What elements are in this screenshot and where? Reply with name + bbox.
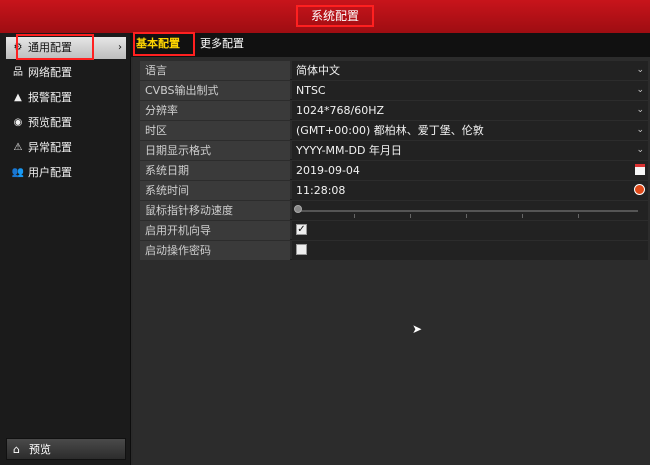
sidebar-item-user[interactable]: 👥 用户配置	[6, 162, 126, 184]
preview-button[interactable]: ⌂ 预览	[6, 438, 126, 460]
chevron-right-icon: ›	[118, 42, 122, 53]
cvbs-select[interactable]: NTSC ⌄	[292, 81, 648, 100]
system-time-field[interactable]: 11:28:08	[292, 181, 648, 200]
preview-button-label: 预览	[29, 443, 51, 456]
chevron-down-icon: ⌄	[636, 105, 644, 115]
setting-label: 启用开机向导	[140, 221, 290, 240]
setting-row-operation-password: 启动操作密码	[140, 241, 648, 260]
slider-tick	[354, 214, 355, 218]
timezone-select[interactable]: (GMT+00:00) 都柏林、爱丁堡、伦敦 ⌄	[292, 121, 648, 140]
tab-label: 更多配置	[200, 37, 244, 50]
alarm-icon: ▲	[14, 92, 22, 103]
date-format-select[interactable]: YYYY-MM-DD 年月日 ⌄	[292, 141, 648, 160]
mouse-cursor-icon: ➤	[412, 322, 423, 336]
sidebar-item-general[interactable]: ⚙ 通用配置 ›	[6, 34, 126, 60]
setting-label: CVBS输出制式	[140, 81, 290, 100]
setting-label: 鼠标指针移动速度	[140, 201, 290, 220]
startup-wizard-checkbox[interactable]: ✓	[296, 224, 307, 235]
language-select[interactable]: 简体中文 ⌄	[292, 61, 648, 80]
select-value: (GMT+00:00) 都柏林、爱丁堡、伦敦	[296, 124, 484, 137]
setting-row-resolution: 分辨率 1024*768/60HZ ⌄	[140, 101, 648, 120]
home-icon: ⌂	[13, 443, 20, 456]
setting-row-timezone: 时区 (GMT+00:00) 都柏林、爱丁堡、伦敦 ⌄	[140, 121, 648, 140]
setting-label: 系统日期	[140, 161, 290, 180]
slider-track[interactable]	[298, 210, 638, 212]
sidebar-item-exception[interactable]: ⚠ 异常配置	[6, 137, 126, 159]
chevron-down-icon: ⌄	[636, 125, 644, 135]
warning-icon: ⚠	[13, 142, 23, 153]
sidebar-item-label: 报警配置	[28, 91, 72, 104]
setting-row-system-date: 系统日期 2019-09-04	[140, 161, 648, 180]
sidebar-item-label: 异常配置	[28, 141, 72, 154]
sidebar-item-label: 预览配置	[28, 116, 72, 129]
slider-tick	[466, 214, 467, 218]
title-bar: 系统配置	[0, 0, 650, 34]
operation-password-checkbox[interactable]	[296, 244, 307, 255]
setting-row-date-format: 日期显示格式 YYYY-MM-DD 年月日 ⌄	[140, 141, 648, 160]
slider-tick	[410, 214, 411, 218]
operation-password-cell	[292, 241, 648, 260]
tab-bar: 基本配置 更多配置	[130, 32, 650, 57]
tab-basic-config[interactable]: 基本配置	[133, 32, 195, 57]
eye-icon: ◉	[13, 117, 23, 128]
system-date-field[interactable]: 2019-09-04	[292, 161, 648, 180]
highlight-box	[16, 34, 94, 60]
chevron-down-icon: ⌄	[636, 65, 644, 75]
sidebar: ⚙ 通用配置 › 品 网络配置 ▲ 报警配置 ◉ 预览配置 ⚠ 异常配置 👥 用…	[0, 33, 131, 465]
startup-wizard-cell: ✓	[292, 221, 648, 240]
sidebar-item-label: 用户配置	[28, 166, 72, 179]
select-value: 1024*768/60HZ	[296, 104, 384, 117]
setting-row-system-time: 系统时间 11:28:08	[140, 181, 648, 200]
slider-tick	[578, 214, 579, 218]
calendar-icon[interactable]	[635, 164, 645, 175]
tab-more-config[interactable]: 更多配置	[200, 33, 244, 57]
select-value: 简体中文	[296, 64, 340, 77]
slider-handle[interactable]	[294, 205, 302, 213]
setting-row-mouse-speed: 鼠标指针移动速度	[140, 201, 648, 220]
setting-row-startup-wizard: 启用开机向导 ✓	[140, 221, 648, 240]
network-icon: 品	[13, 67, 23, 78]
setting-label: 时区	[140, 121, 290, 140]
resolution-select[interactable]: 1024*768/60HZ ⌄	[292, 101, 648, 120]
chevron-down-icon: ⌄	[636, 85, 644, 95]
sidebar-item-preview-config[interactable]: ◉ 预览配置	[6, 112, 126, 134]
chevron-down-icon: ⌄	[636, 145, 644, 155]
setting-label: 启动操作密码	[140, 241, 290, 260]
clock-icon[interactable]	[634, 184, 645, 195]
sidebar-item-network[interactable]: 品 网络配置	[6, 62, 126, 84]
setting-row-cvbs: CVBS输出制式 NTSC ⌄	[140, 81, 648, 100]
mouse-speed-slider[interactable]	[292, 201, 648, 220]
setting-row-language: 语言 简体中文 ⌄	[140, 61, 648, 80]
sidebar-item-alarm[interactable]: ▲ 报警配置	[6, 87, 126, 109]
select-value: YYYY-MM-DD 年月日	[296, 144, 402, 157]
highlight-box	[133, 32, 195, 56]
slider-tick	[522, 214, 523, 218]
setting-label: 日期显示格式	[140, 141, 290, 160]
field-value: 2019-09-04	[296, 164, 360, 177]
settings-panel: 语言 简体中文 ⌄ CVBS输出制式 NTSC ⌄ 分辨率 1024*768/60H…	[133, 57, 650, 465]
setting-label: 系统时间	[140, 181, 290, 200]
sidebar-item-label: 网络配置	[28, 66, 72, 79]
setting-label: 语言	[140, 61, 290, 80]
window-title: 系统配置	[296, 5, 374, 27]
setting-label: 分辨率	[140, 101, 290, 120]
field-value: 11:28:08	[296, 184, 346, 197]
users-icon: 👥	[11, 167, 25, 178]
select-value: NTSC	[296, 84, 326, 97]
